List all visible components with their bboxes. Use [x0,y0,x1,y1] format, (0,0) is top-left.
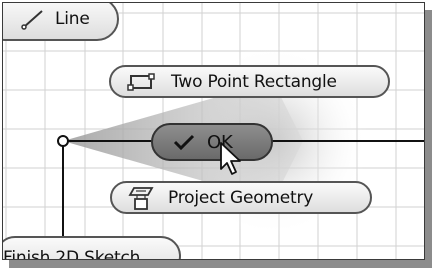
project-geometry-button[interactable]: Project Geometry [110,181,372,214]
rectangle-label: Two Point Rectangle [171,71,337,92]
screenshot-frame: Line Two Point Rectangle OK Project Geom… [2,2,425,260]
ok-button[interactable]: OK [151,123,273,161]
rectangle-icon [127,72,155,92]
two-point-rectangle-button[interactable]: Two Point Rectangle [109,65,390,98]
mouse-pointer-icon [220,142,241,175]
finish-2d-sketch-button[interactable]: Finish 2D Sketch [3,236,181,260]
line-label: Line [55,9,90,29]
finish-2d-sketch-label: Finish 2D Sketch [3,248,141,260]
project-geometry-label: Project Geometry [168,187,314,208]
project-geometry-icon [128,185,154,211]
line-button[interactable]: Line [3,3,119,41]
line-icon [21,8,45,30]
checkmark-icon [173,133,195,151]
